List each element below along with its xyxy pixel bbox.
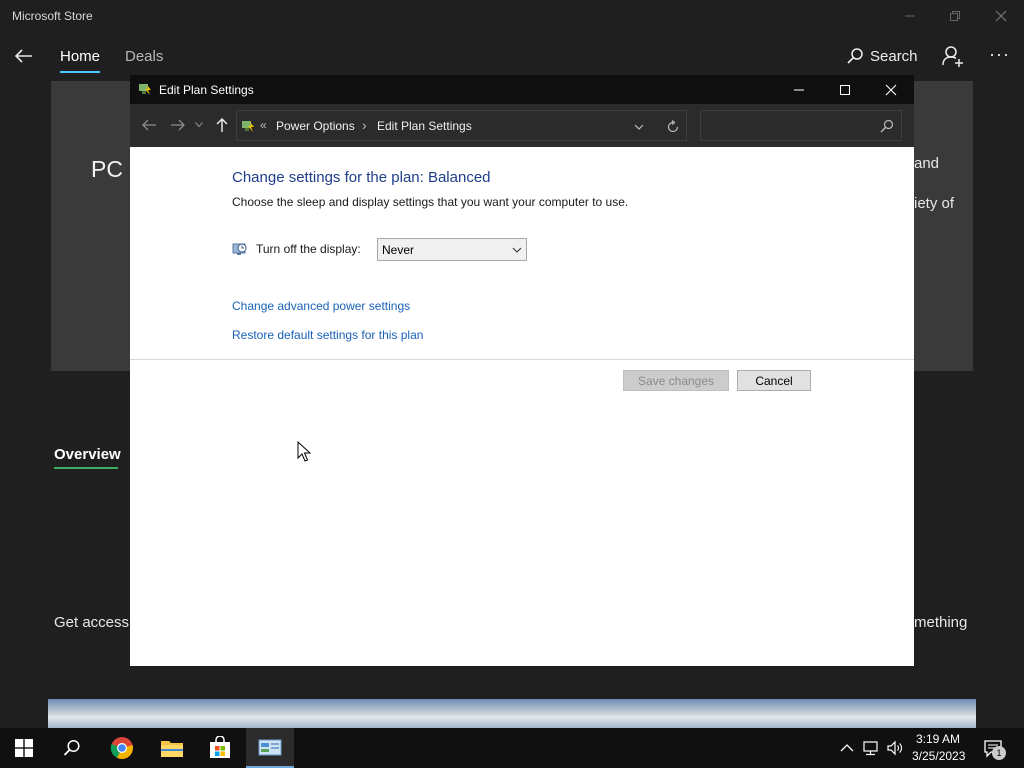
more-options-button[interactable]: ··· xyxy=(989,44,1011,64)
tab-overview-indicator xyxy=(54,467,118,469)
page-description: Choose the sleep and display settings th… xyxy=(232,195,629,209)
back-arrow-icon[interactable] xyxy=(12,45,36,67)
recent-locations-chevron-icon[interactable] xyxy=(192,115,206,135)
search-icon[interactable] xyxy=(48,728,96,768)
turn-off-display-label: Turn off the display: xyxy=(256,242,361,256)
nav-tab-home[interactable]: Home xyxy=(60,48,100,65)
divider xyxy=(130,359,914,360)
save-changes-button[interactable]: Save changes xyxy=(623,370,729,391)
search-icon xyxy=(847,48,863,64)
turn-off-display-select[interactable]: Never xyxy=(377,238,527,261)
nav-tab-home-indicator xyxy=(60,71,100,73)
turn-off-display-value: Never xyxy=(382,243,415,257)
up-arrow-icon[interactable] xyxy=(211,115,233,135)
address-overflow-chevron[interactable]: « xyxy=(260,118,267,132)
notification-count-badge: 1 xyxy=(992,746,1006,760)
back-arrow-icon[interactable] xyxy=(138,115,160,135)
taskbar: 3:19 AM 3/25/2023 1 xyxy=(0,728,1024,768)
search-control-panel-input[interactable] xyxy=(700,110,902,141)
refresh-icon[interactable] xyxy=(664,118,682,136)
change-advanced-power-settings-link[interactable]: Change advanced power settings xyxy=(232,299,410,313)
start-icon[interactable] xyxy=(0,728,48,768)
clock-time[interactable]: 3:19 AM xyxy=(916,732,960,746)
volume-icon[interactable] xyxy=(886,739,904,757)
chevron-down-icon xyxy=(512,245,522,255)
edit-plan-settings-window: Edit Plan Settings « Power Options › Edi… xyxy=(130,75,914,666)
maximize-button[interactable] xyxy=(822,75,868,104)
description-text-end: mething xyxy=(914,614,968,631)
file-explorer-icon[interactable] xyxy=(148,728,196,768)
store-minimize-button[interactable] xyxy=(902,8,918,24)
dialog-title: Edit Plan Settings xyxy=(159,83,254,97)
store-search-label: Search xyxy=(870,47,918,65)
breadcrumb-power-options[interactable]: Power Options xyxy=(276,119,355,133)
store-search-button[interactable]: Search xyxy=(846,45,918,67)
chevron-up-icon[interactable] xyxy=(838,739,856,757)
address-bar[interactable]: « Power Options › Edit Plan Settings xyxy=(236,110,687,141)
power-options-icon xyxy=(240,118,256,134)
store-window-title: Microsoft Store xyxy=(12,9,93,23)
store-restore-button[interactable] xyxy=(947,8,963,24)
tab-overview[interactable]: Overview xyxy=(54,446,121,463)
breadcrumb-separator[interactable]: › xyxy=(362,117,367,133)
page-heading: Change settings for the plan: Balanced xyxy=(232,169,491,186)
account-icon[interactable] xyxy=(941,44,965,68)
cancel-button[interactable]: Cancel xyxy=(737,370,811,391)
search-icon[interactable] xyxy=(879,118,895,134)
network-icon[interactable] xyxy=(862,739,880,757)
store-close-button[interactable] xyxy=(993,8,1009,24)
chrome-icon[interactable] xyxy=(98,728,146,768)
description-text-start: Get access t xyxy=(54,614,138,631)
forward-arrow-icon[interactable] xyxy=(167,115,189,135)
store-icon[interactable] xyxy=(196,728,244,768)
nav-tab-deals[interactable]: Deals xyxy=(125,48,163,65)
power-options-icon xyxy=(137,81,153,97)
control-panel-icon[interactable] xyxy=(246,728,294,768)
mouse-cursor-icon xyxy=(297,441,311,462)
banner-image xyxy=(48,699,976,729)
address-dropdown-icon[interactable] xyxy=(631,119,647,135)
minimize-button[interactable] xyxy=(776,75,822,104)
hero-text-line-1: and xyxy=(914,155,940,172)
explorer-navigation-bar: « Power Options › Edit Plan Settings xyxy=(130,104,914,147)
restore-default-settings-link[interactable]: Restore default settings for this plan xyxy=(232,328,423,342)
display-timer-icon xyxy=(232,241,248,257)
breadcrumb-edit-plan-settings[interactable]: Edit Plan Settings xyxy=(377,119,472,133)
hero-text-line-2: iety of xyxy=(914,195,955,212)
close-button[interactable] xyxy=(868,75,914,104)
dialog-titlebar[interactable]: Edit Plan Settings xyxy=(130,75,914,104)
clock-date[interactable]: 3/25/2023 xyxy=(912,749,965,763)
